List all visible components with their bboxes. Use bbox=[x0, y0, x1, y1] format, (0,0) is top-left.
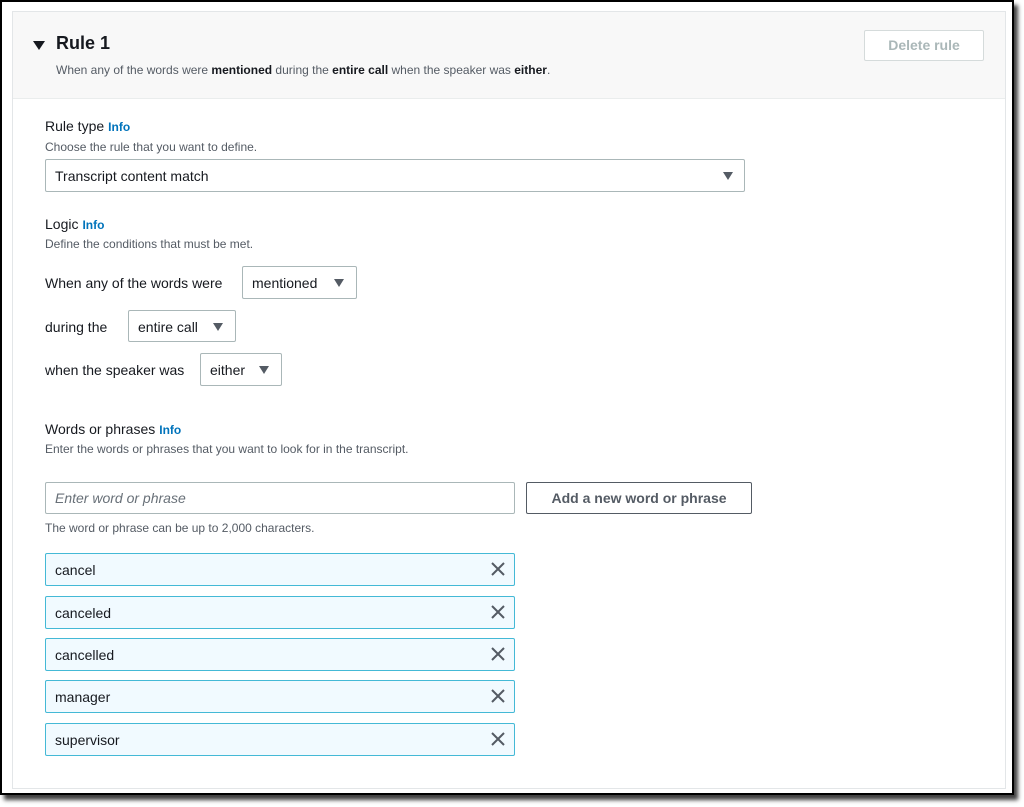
token-label: manager bbox=[55, 689, 111, 705]
rule-panel: Rule 1 When any of the words were mentio… bbox=[12, 11, 1006, 789]
word-phrase-input[interactable] bbox=[45, 482, 515, 514]
token-label: cancelled bbox=[55, 647, 115, 663]
word-token: cancel bbox=[45, 553, 515, 586]
token-label: cancel bbox=[55, 562, 96, 578]
close-icon[interactable] bbox=[490, 604, 506, 620]
rule-type-label-text: Rule type bbox=[45, 118, 105, 134]
words-label-text: Words or phrases bbox=[45, 421, 156, 437]
rule-type-info-link[interactable]: Info bbox=[108, 120, 130, 134]
summary-text: . bbox=[546, 63, 551, 77]
speaker-select[interactable]: either bbox=[200, 353, 282, 386]
caret-down-icon bbox=[334, 279, 344, 287]
scope-value: entire call bbox=[138, 319, 198, 335]
close-icon[interactable] bbox=[490, 731, 506, 747]
speaker-value: either bbox=[210, 362, 246, 378]
token-label: supervisor bbox=[55, 732, 120, 748]
logic-info-link[interactable]: Info bbox=[82, 218, 104, 232]
rule-type-select[interactable]: Transcript content match bbox=[45, 159, 745, 192]
logic-during-label: during the bbox=[45, 319, 108, 335]
close-icon[interactable] bbox=[490, 688, 506, 704]
word-token: cancelled bbox=[45, 638, 515, 671]
rule-header: Rule 1 When any of the words were mentio… bbox=[13, 12, 1005, 99]
rule-summary: When any of the words were mentioned dur… bbox=[56, 63, 550, 77]
logic-label: Logic Info bbox=[45, 216, 104, 232]
words-label: Words or phrases Info bbox=[45, 421, 181, 437]
words-description: Enter the words or phrases that you want… bbox=[45, 442, 409, 456]
scope-select[interactable]: entire call bbox=[128, 310, 236, 342]
word-constraint-text: The word or phrase can be up to 2,000 ch… bbox=[45, 521, 315, 535]
rule-type-value: Transcript content match bbox=[55, 168, 209, 184]
logic-words-label: When any of the words were bbox=[45, 275, 223, 291]
rule-type-description: Choose the rule that you want to define. bbox=[45, 140, 258, 154]
word-token: canceled bbox=[45, 596, 515, 629]
summary-text: When any of the words were bbox=[56, 63, 212, 77]
summary-speaker: either bbox=[514, 63, 547, 77]
caret-down-icon[interactable] bbox=[33, 41, 45, 50]
summary-condition: mentioned bbox=[211, 63, 273, 77]
logic-description: Define the conditions that must be met. bbox=[45, 237, 254, 251]
word-token: manager bbox=[45, 680, 515, 713]
close-icon[interactable] bbox=[490, 646, 506, 662]
logic-speaker-label: when the speaker was bbox=[45, 362, 185, 378]
mention-select[interactable]: mentioned bbox=[242, 266, 357, 299]
summary-text: when the speaker was bbox=[388, 63, 515, 77]
caret-down-icon bbox=[259, 366, 269, 374]
token-label: canceled bbox=[55, 605, 112, 621]
screenshot-frame: Rule 1 When any of the words were mentio… bbox=[0, 0, 1014, 795]
summary-text: during the bbox=[272, 63, 333, 77]
rule-type-label: Rule type Info bbox=[45, 118, 130, 134]
caret-down-icon bbox=[723, 172, 733, 180]
mention-value: mentioned bbox=[252, 275, 318, 291]
word-token: supervisor bbox=[45, 723, 515, 756]
delete-rule-button[interactable]: Delete rule bbox=[864, 30, 984, 61]
logic-label-text: Logic bbox=[45, 216, 79, 232]
rule-title[interactable]: Rule 1 bbox=[56, 33, 110, 54]
words-info-link[interactable]: Info bbox=[159, 423, 181, 437]
close-icon[interactable] bbox=[490, 561, 506, 577]
caret-down-icon bbox=[213, 323, 223, 331]
add-word-button[interactable]: Add a new word or phrase bbox=[526, 482, 752, 514]
summary-scope: entire call bbox=[332, 63, 389, 77]
